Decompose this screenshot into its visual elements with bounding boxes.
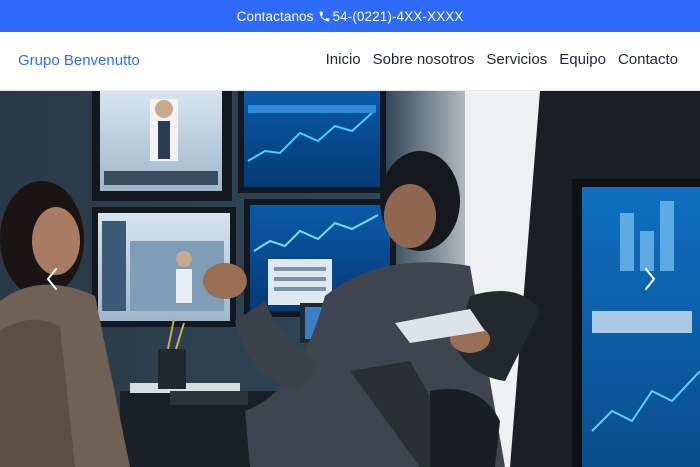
nav-item-equipo[interactable]: Equipo xyxy=(559,51,606,68)
nav-item-servicios[interactable]: Servicios xyxy=(486,51,547,68)
main-nav: Inicio Sobre nosotros Servicios Equipo C… xyxy=(326,51,678,68)
brand-logo-link[interactable]: Grupo Benvenutto xyxy=(18,52,140,69)
nav-item-inicio[interactable]: Inicio xyxy=(326,51,361,68)
phone-icon xyxy=(319,11,329,21)
contact-label: Contactanos xyxy=(236,8,314,24)
chevron-right-icon[interactable] xyxy=(642,266,658,292)
chevron-left-icon[interactable] xyxy=(44,266,60,292)
phone-link[interactable]: 54-(0221)-4XX-XXXX xyxy=(333,9,464,24)
navbar: Grupo Benvenutto Inicio Sobre nosotros S… xyxy=(0,32,700,91)
nav-item-sobre-nosotros[interactable]: Sobre nosotros xyxy=(373,51,475,68)
nav-item-contacto[interactable]: Contacto xyxy=(618,51,678,68)
hero-image xyxy=(0,91,700,467)
contact-bar: Contactanos 54-(0221)-4XX-XXXX xyxy=(0,0,700,32)
hero-carousel xyxy=(0,91,700,467)
